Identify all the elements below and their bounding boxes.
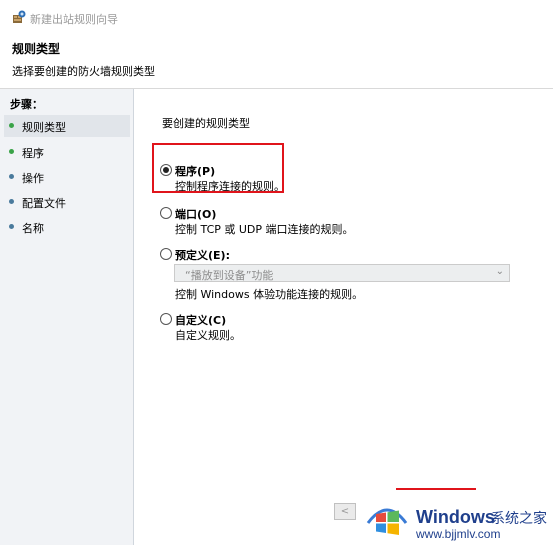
option-label: 预定义(E): [175,249,230,262]
firewall-wizard-icon [13,10,26,23]
watermark-brand: Windows [416,507,495,527]
step-action[interactable]: 操作 [4,166,130,188]
step-profile[interactable]: 配置文件 [4,191,130,213]
window-title: 新建出站规则向导 [30,13,118,26]
page-subtitle: 选择要创建的防火墙规则类型 [12,65,155,78]
rule-type-prompt: 要创建的规则类型 [162,117,250,130]
windows-logo-icon [366,508,408,535]
option-label: 自定义(C) [175,314,227,327]
predefined-select[interactable]: “播放到设备”功能 ⌄ [174,264,510,282]
radio-predefined[interactable] [160,248,172,260]
title-bar: 新建出站规则向导 [0,0,553,34]
option-description: 控制 Windows 体验功能连接的规则。 [175,288,364,301]
step-dot-icon [9,199,14,204]
step-label: 规则类型 [22,121,66,134]
step-program[interactable]: 程序 [4,141,130,163]
wizard-header: 规则类型 选择要创建的防火墙规则类型 [0,34,553,89]
option-description: 控制 TCP 或 UDP 端口连接的规则。 [175,223,354,236]
step-label: 配置文件 [22,197,66,210]
step-label: 名称 [22,222,44,235]
step-label: 程序 [22,147,44,160]
step-dot-icon [9,149,14,154]
steps-sidebar: 步骤： 规则类型 程序 操作 配置文件 名称 [0,89,134,545]
highlight-annotation [152,143,284,193]
watermark-url: www.bjjmlv.com [416,527,501,541]
radio-port[interactable] [160,207,172,219]
page-title: 规则类型 [12,42,61,56]
chevron-down-icon: ⌄ [495,266,504,277]
step-current-dot-icon [9,123,14,128]
step-name[interactable]: 名称 [4,216,130,238]
option-label: 端口(O) [175,208,217,221]
steps-heading: 步骤： [10,98,43,111]
watermark: Windows 系统之家 www.bjjmlv.com [358,490,553,545]
step-rule-type[interactable]: 规则类型 [4,115,130,137]
option-description: 自定义规则。 [175,329,241,342]
step-dot-icon [9,174,14,179]
watermark-brand-cn: 系统之家 [491,511,547,527]
step-label: 操作 [22,172,44,185]
step-dot-icon [9,224,14,229]
back-button[interactable]: < [334,503,356,520]
predefined-select-value: “播放到设备”功能 [185,269,274,282]
radio-custom[interactable] [160,313,172,325]
